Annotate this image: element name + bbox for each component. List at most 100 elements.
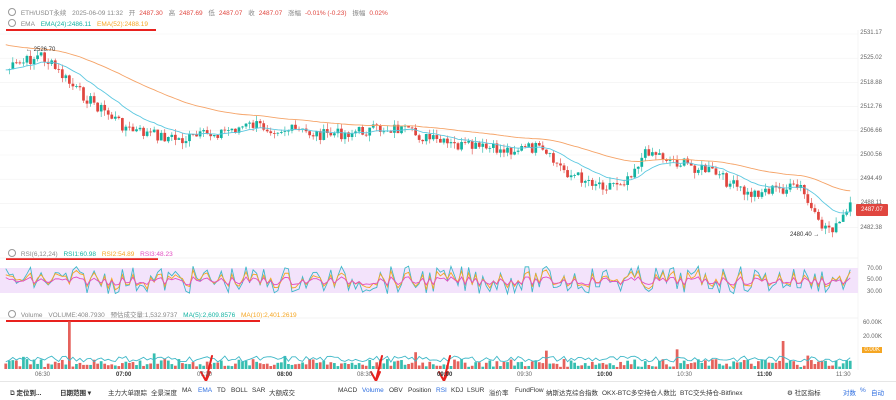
candle-body: [463, 141, 467, 143]
candle-body: [283, 131, 287, 132]
volume-bar: [248, 365, 251, 369]
indicator-item-0[interactable]: 主力大单跟踪: [108, 387, 147, 397]
price-chart-canvas[interactable]: [0, 0, 896, 399]
candle-body: [827, 225, 831, 228]
candle-body: [764, 188, 767, 193]
volume-bar: [272, 364, 276, 369]
volume-bar: [721, 365, 725, 369]
volume-bar: [128, 362, 131, 369]
indicator-item-kdj[interactable]: KDJ: [451, 387, 463, 394]
volume-bar: [258, 363, 262, 369]
indicator-item-btc-position[interactable]: BTC交头持仓-Bitfinex: [680, 387, 742, 397]
candle-body: [142, 127, 145, 136]
candle-body: [174, 134, 177, 140]
volume-bar: [566, 366, 569, 369]
indicator-library-button[interactable]: ⚙ 社区指标: [787, 387, 821, 397]
volume-bar: [559, 366, 562, 369]
candle-body: [216, 135, 220, 138]
price-tick: 2518.88: [860, 80, 882, 86]
time-tick: 11:30: [836, 372, 851, 378]
candle-body: [555, 162, 559, 164]
volume-bar: [103, 363, 107, 369]
candle-body: [138, 127, 142, 130]
volume-bar: [704, 360, 707, 369]
volume-bar: [845, 360, 849, 369]
auto-toggle[interactable]: 自动: [871, 387, 884, 397]
indicator-item-okx-ratio[interactable]: OKX-BTC多空持仓人数比: [602, 387, 676, 397]
volume-bar: [15, 360, 18, 369]
candle-body: [181, 138, 184, 144]
time-tick: 10:30: [677, 372, 693, 378]
volume-bar: [435, 365, 439, 369]
indicator-item-ema[interactable]: EMA: [198, 387, 212, 394]
high-marker: ← 2526.70: [26, 47, 56, 53]
indicator-item-td[interactable]: TD: [217, 387, 226, 394]
indicator-item-rsi[interactable]: RSI: [436, 387, 447, 394]
volume-bar: [276, 362, 280, 369]
log-scale-toggle[interactable]: 对数: [843, 387, 856, 397]
volume-bar: [96, 363, 99, 369]
volume-bar: [82, 364, 85, 369]
rsi-tick: 30.00: [866, 289, 882, 295]
volume-bar: [824, 360, 827, 369]
volume-bar: [707, 365, 711, 369]
candle-body: [647, 149, 651, 156]
candle-body: [449, 142, 453, 144]
candle-body: [590, 179, 594, 186]
candle-body: [470, 141, 474, 149]
candle-body: [711, 167, 714, 169]
volume-bar: [297, 363, 301, 369]
volume-bar: [587, 365, 591, 369]
volume-bar: [142, 365, 145, 369]
volume-bar: [728, 366, 732, 369]
low-marker: 2480.40 →: [790, 232, 820, 238]
locate-button[interactable]: ⧉ 定位到...: [10, 387, 41, 398]
volume-bar: [241, 361, 244, 369]
candle-body: [587, 179, 591, 181]
indicator-item-premium[interactable]: 溢价率: [489, 387, 509, 397]
volume-bar: [333, 363, 336, 369]
volume-bar: [191, 362, 195, 369]
candle-body: [163, 132, 167, 142]
volume-bar: [308, 359, 311, 369]
indicator-item-bigtrade[interactable]: 大额成交: [269, 387, 295, 397]
ema24-line: [5, 61, 851, 214]
volume-bar: [265, 363, 269, 369]
time-tick: 07:00: [116, 372, 132, 378]
indicator-item-ma[interactable]: MA: [182, 387, 192, 394]
candle-body: [121, 118, 124, 131]
time-tick: 11:00: [757, 372, 773, 378]
price-tick: 2512.76: [860, 104, 882, 110]
candle-body: [294, 124, 297, 129]
indicator-item-position[interactable]: Position: [408, 387, 431, 394]
candle-body: [424, 133, 428, 142]
volume-bar: [375, 362, 379, 369]
indicator-item-boll[interactable]: BOLL: [231, 387, 248, 394]
indicator-item-volume[interactable]: Volume: [362, 387, 384, 394]
candle-body: [513, 151, 516, 155]
volume-bar: [742, 360, 746, 369]
date-range-select[interactable]: 日期范围 ▾: [60, 387, 91, 397]
volume-bar: [135, 365, 138, 369]
candle-body: [241, 126, 244, 128]
indicator-item-fundflow[interactable]: FundFlow: [515, 387, 544, 394]
candle-body: [576, 172, 580, 176]
volume-bar: [163, 359, 167, 369]
candle-body: [223, 129, 227, 131]
percent-toggle[interactable]: %: [860, 387, 866, 394]
indicator-item-obv[interactable]: OBV: [389, 387, 403, 394]
indicator-item-nasdaq[interactable]: 纳斯达克综合指数: [546, 387, 598, 397]
indicator-item-sar[interactable]: SAR: [252, 387, 265, 394]
price-tick: 2525.02: [860, 55, 882, 61]
candle-body: [506, 147, 509, 153]
candle-body: [467, 141, 470, 143]
volume-bar: [287, 363, 290, 369]
candle-body: [311, 135, 315, 137]
indicator-item-1[interactable]: 全景深度: [151, 387, 177, 397]
volume-bar: [354, 364, 357, 369]
indicator-item-macd[interactable]: MACD: [338, 387, 357, 394]
candle-body: [820, 219, 824, 229]
volume-bar: [230, 366, 234, 369]
indicator-item-lsur[interactable]: LSUR: [467, 387, 484, 394]
volume-bar: [269, 366, 273, 369]
